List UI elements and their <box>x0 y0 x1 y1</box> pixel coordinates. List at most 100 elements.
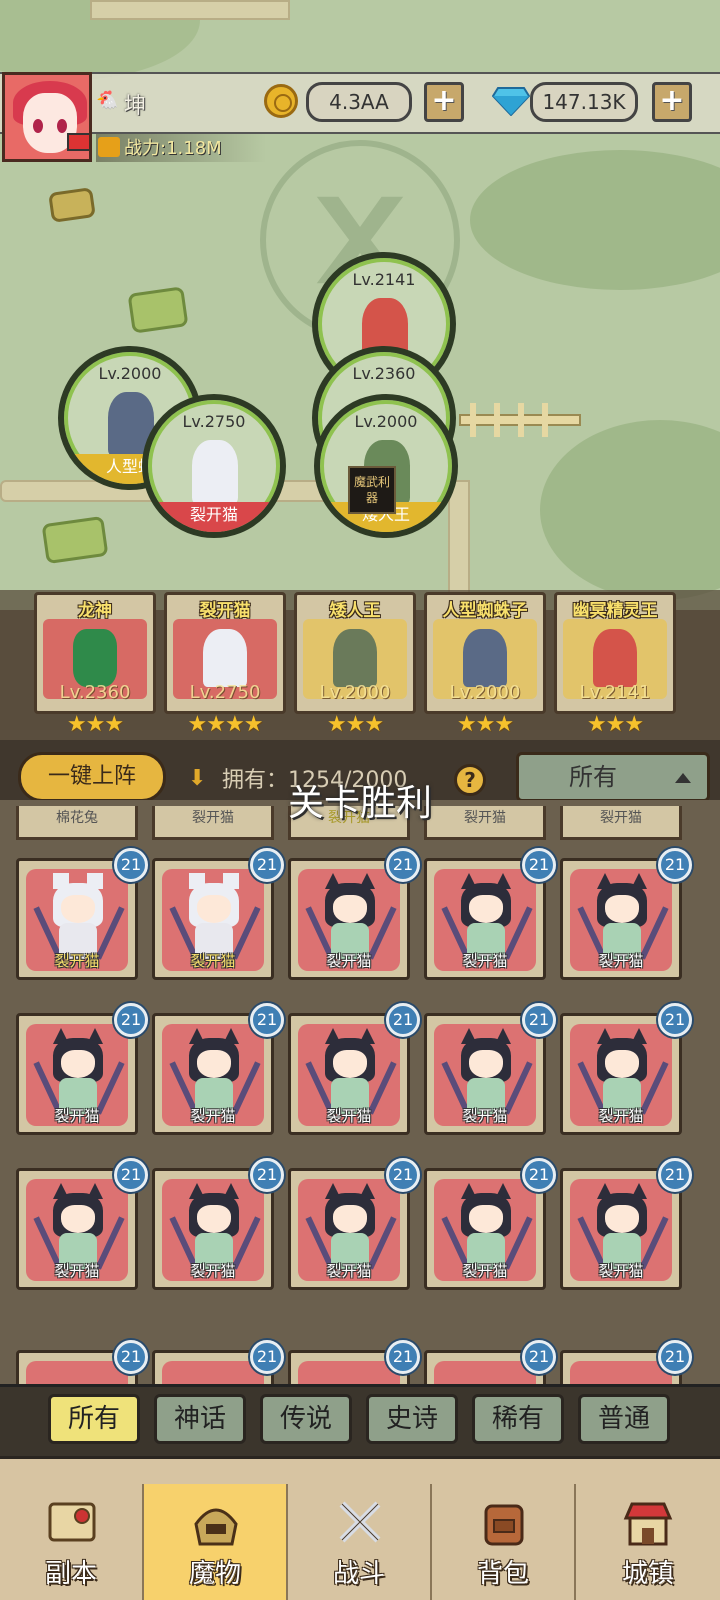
team-slot-name: 裂开猫 <box>199 601 251 621</box>
cat-face <box>333 1205 367 1233</box>
level-badge: 21 <box>250 1340 284 1374</box>
spider-figure <box>463 629 507 687</box>
team-slot-level: Lv.2360 <box>59 682 131 703</box>
cat-face <box>197 1050 231 1078</box>
team-slot-name: 龙神 <box>78 601 112 621</box>
nav-town[interactable]: 城镇 <box>576 1484 720 1600</box>
level-badge: 21 <box>386 1158 420 1192</box>
team-slot-level: Lv.2750 <box>189 682 261 703</box>
team-slot-level: Lv.2141 <box>579 682 651 703</box>
team-slot[interactable]: 裂开猫 Lv.2750 <box>164 592 286 714</box>
add-gold-button[interactable]: + <box>424 82 464 122</box>
diamond-icon <box>492 87 530 116</box>
team-slot[interactable]: 龙神 Lv.2360 <box>34 592 156 714</box>
combat-power: 战力:1.18M <box>124 138 222 159</box>
level-badge: 21 <box>386 1340 420 1374</box>
map-terrain <box>470 150 720 290</box>
tab-epic[interactable]: 史诗 <box>366 1394 458 1444</box>
nav-dungeon[interactable]: 副本 <box>0 1484 144 1600</box>
monster-level: Lv.2000 <box>354 412 418 431</box>
add-diamond-button[interactable]: + <box>652 82 692 122</box>
map-terrain <box>540 420 720 600</box>
monster-level: Lv.2750 <box>182 412 246 431</box>
card-name: 裂开猫 <box>190 952 236 970</box>
map-skeleton <box>459 403 581 437</box>
player-name: 坤 <box>124 94 147 119</box>
star-rating: ★★★ <box>586 712 644 737</box>
dwarf-figure <box>333 629 377 687</box>
tab-all[interactable]: 所有 <box>48 1394 140 1444</box>
card-name: 裂开猫 <box>54 1107 100 1125</box>
cat-face <box>469 1205 503 1233</box>
shop-icon <box>623 1502 673 1546</box>
stage-victory-toast: 关卡胜利 <box>287 783 432 824</box>
tab-common[interactable]: 普通 <box>578 1394 670 1444</box>
card-name: 裂开猫 <box>462 952 508 970</box>
level-badge: 21 <box>522 1158 556 1192</box>
level-badge: 21 <box>114 848 148 882</box>
team-slot-name: 幽冥精灵王 <box>572 601 658 621</box>
cat-face <box>333 895 367 923</box>
card-name: 裂开猫 <box>190 1262 236 1280</box>
card-name: 裂开猫 <box>190 1107 236 1125</box>
team-slot-name: 矮人王 <box>329 601 381 621</box>
level-badge: 21 <box>658 1003 692 1037</box>
nav-bag[interactable]: 背包 <box>432 1484 576 1600</box>
team-slot[interactable]: 矮人王 Lv.2000 <box>294 592 416 714</box>
level-badge: 21 <box>114 1003 148 1037</box>
level-badge: 21 <box>522 1003 556 1037</box>
monster-name-band: 裂开猫 <box>148 502 280 532</box>
helmet-icon <box>194 1508 238 1546</box>
team-slot[interactable]: 人型蜘蛛子 Lv.2000 <box>424 592 546 714</box>
player-avatar[interactable] <box>2 72 92 162</box>
map-hand-sign <box>48 187 96 223</box>
gold-coin-icon <box>264 84 298 118</box>
star-rating: ★★★ <box>66 712 124 737</box>
monster-level: Lv.2141 <box>352 270 416 289</box>
level-badge: 21 <box>250 848 284 882</box>
level-badge: 21 <box>386 848 420 882</box>
team-slot-level: Lv.2000 <box>319 682 391 703</box>
map-monster-cat[interactable]: Lv.2750 裂开猫 <box>142 394 286 538</box>
chicken-icon: 🐔 <box>96 90 119 111</box>
map-rock <box>127 286 189 334</box>
flag-icon <box>67 133 89 151</box>
nav-battle[interactable]: 战斗 <box>288 1484 432 1600</box>
cat-figure <box>203 629 247 687</box>
gold-amount: 4.3AA <box>306 82 412 122</box>
tab-mythic[interactable]: 神话 <box>154 1394 246 1444</box>
cat-face <box>197 895 231 923</box>
level-badge: 21 <box>114 1158 148 1192</box>
card-name: 裂开猫 <box>54 1262 100 1280</box>
team-slot[interactable]: 幽冥精灵王 Lv.2141 <box>554 592 676 714</box>
monster-level: Lv.2360 <box>352 364 416 383</box>
cat-face <box>333 1050 367 1078</box>
tab-legendary[interactable]: 传说 <box>260 1394 352 1444</box>
card-name: 裂开猫 <box>326 952 372 970</box>
map-scroll-icon <box>48 1502 96 1542</box>
team-slot-level: Lv.2000 <box>449 682 521 703</box>
nav-monsters[interactable]: 魔物 <box>144 1484 288 1600</box>
crossed-swords-icon <box>339 1501 381 1543</box>
card-name: 裂开猫 <box>462 1107 508 1125</box>
level-badge: 21 <box>658 848 692 882</box>
level-badge: 21 <box>522 848 556 882</box>
cat-face <box>61 1205 95 1233</box>
card-name: 裂开猫 <box>598 1262 644 1280</box>
diamond-amount: 147.13K <box>530 82 638 122</box>
level-badge: 21 <box>658 1340 692 1374</box>
cat-face <box>61 895 95 923</box>
team-slot-name: 人型蜘蛛子 <box>442 601 528 621</box>
cat-face <box>605 1205 639 1233</box>
cat-face <box>605 895 639 923</box>
star-rating: ★★★ <box>456 712 514 737</box>
card-name: 裂开猫 <box>462 1262 508 1280</box>
level-badge: 21 <box>250 1003 284 1037</box>
cat-face <box>61 1050 95 1078</box>
map-road <box>90 0 290 20</box>
backpack-icon <box>484 1504 524 1546</box>
cat-face <box>469 895 503 923</box>
tab-rare[interactable]: 稀有 <box>472 1394 564 1444</box>
level-badge: 21 <box>250 1158 284 1192</box>
star-rating: ★★★ <box>326 712 384 737</box>
